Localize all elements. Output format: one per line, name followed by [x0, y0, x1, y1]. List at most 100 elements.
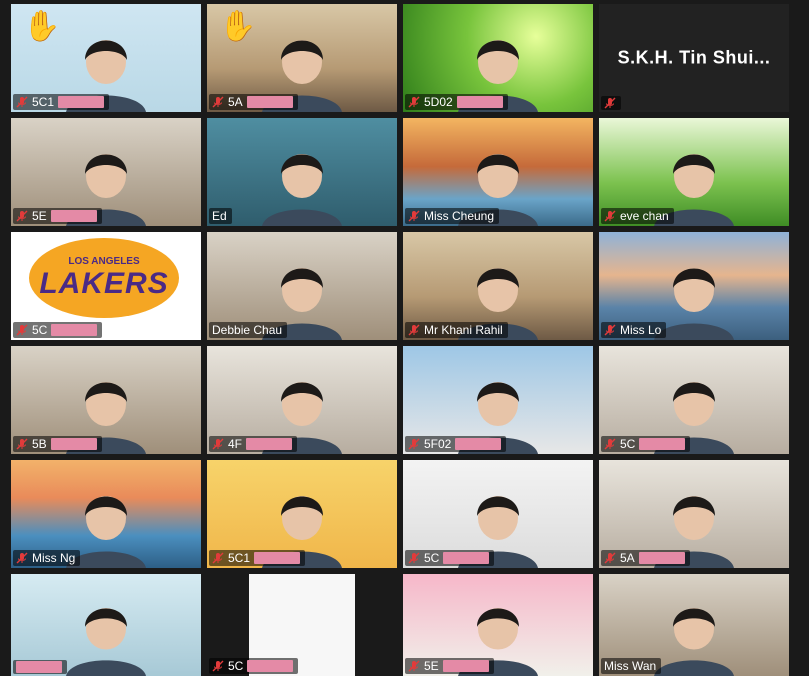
participant-name-bar: 5E	[13, 208, 102, 224]
participant-tile[interactable]: 5C1	[207, 460, 397, 568]
participant-tile[interactable]: Mr Khani Rahil	[403, 232, 593, 340]
redacted-name	[254, 552, 301, 564]
participant-name-bar: Ed	[209, 208, 232, 224]
raised-hand-icon: ✋	[23, 10, 61, 43]
muted-mic-icon	[408, 210, 420, 222]
participant-name: 5A	[620, 551, 635, 565]
participant-tile[interactable]: Ed	[207, 118, 397, 226]
redacted-name	[50, 210, 97, 222]
muted-mic-icon	[604, 438, 616, 450]
participant-tile[interactable]: LOS ANGELES LAKERS 5C	[11, 232, 201, 340]
participant-name: Debbie Chau	[212, 323, 283, 337]
gallery-grid: ✋ 5C1 ✋ 5A 5D02 S.K.H. Tin Shui... 5E Ed Miss Ch…	[0, 0, 809, 676]
participant-name-bar: 5A	[601, 550, 690, 566]
participant-name-bar: Miss Cheung	[405, 208, 500, 224]
participant-name: 5C1	[32, 95, 55, 109]
participant-name: 5D02	[424, 95, 453, 109]
participant-display-name: S.K.H. Tin Shui...	[617, 47, 771, 68]
participant-name: Mr Khani Rahil	[424, 323, 503, 337]
redacted-name	[456, 96, 503, 108]
redacted-name	[51, 324, 98, 336]
participant-name: 5C	[32, 323, 48, 337]
participant-tile[interactable]: 5E	[11, 118, 201, 226]
participant-name: 5B	[32, 437, 47, 451]
video-feed	[207, 118, 397, 226]
redacted-name	[442, 660, 489, 672]
participant-name-bar: 5F02	[405, 436, 507, 452]
participant-name-bar: 5C1	[209, 550, 306, 566]
participant-tile[interactable]: ✋ 5C1	[11, 4, 201, 112]
participant-name-bar: eve chan	[601, 208, 674, 224]
muted-mic-icon	[16, 552, 28, 564]
redacted-name	[638, 552, 685, 564]
redacted-name	[455, 438, 502, 450]
participant-tile[interactable]: ✋ 5A	[207, 4, 397, 112]
participant-tile[interactable]: 5D02	[403, 4, 593, 112]
participant-name: 5E	[424, 659, 439, 673]
participant-tile[interactable]: Miss Ng	[11, 460, 201, 568]
redacted-name	[246, 438, 293, 450]
participant-name: Miss Lo	[620, 323, 662, 337]
participant-name: Ed	[212, 209, 227, 223]
participant-tile[interactable]: 5B	[11, 346, 201, 454]
participant-name-bar: Miss Ng	[13, 550, 81, 566]
muted-mic-icon	[16, 210, 28, 222]
participant-name-bar: 5B	[13, 436, 102, 452]
participant-name: 5C	[228, 659, 244, 673]
participant-tile[interactable]	[11, 574, 201, 676]
muted-mic-icon	[604, 97, 616, 109]
participant-name: 5C	[620, 437, 636, 451]
muted-mic-icon	[408, 96, 420, 108]
redacted-name	[58, 96, 105, 108]
participant-name-bar: Miss Lo	[601, 322, 667, 338]
participant-tile[interactable]: Debbie Chau	[207, 232, 397, 340]
participant-name-bar: 4F	[209, 436, 298, 452]
participant-name-bar: Debbie Chau	[209, 322, 288, 338]
muted-mic-icon	[408, 552, 420, 564]
participant-name: 5E	[32, 209, 47, 223]
participant-tile[interactable]: eve chan	[599, 118, 789, 226]
redacted-name	[443, 552, 490, 564]
lakers-logo: LOS ANGELES LAKERS	[29, 238, 179, 318]
muted-mic-icon	[16, 96, 28, 108]
muted-mic-icon	[408, 660, 420, 672]
participant-tile[interactable]: 5C	[403, 460, 593, 568]
participant-name: 5C1	[228, 551, 251, 565]
muted-mic-icon	[604, 552, 616, 564]
participant-name: 5F02	[424, 437, 452, 451]
participant-name-bar: 5C1	[13, 94, 110, 110]
redacted-name	[50, 438, 97, 450]
participant-tile[interactable]: 5A	[599, 460, 789, 568]
muted-mic-icon	[212, 438, 224, 450]
participant-tile[interactable]: 4F	[207, 346, 397, 454]
redacted-name	[247, 660, 294, 672]
raised-hand-icon: ✋	[219, 10, 257, 43]
participant-name-bar: 5A	[209, 94, 298, 110]
redacted-name	[246, 96, 293, 108]
participant-name-bar: 5C	[209, 658, 299, 674]
participant-name-bar: 5C	[601, 436, 691, 452]
participant-name-bar: 5E	[405, 658, 494, 674]
muted-mic-icon	[212, 660, 224, 672]
participant-name: Miss Ng	[32, 551, 76, 565]
participant-tile[interactable]: S.K.H. Tin Shui...	[599, 4, 789, 112]
muted-mic-icon	[604, 210, 616, 222]
participant-name-bar: 5C	[13, 322, 103, 338]
participant-tile[interactable]: Miss Wan	[599, 574, 789, 676]
muted-mic-icon	[16, 324, 28, 336]
participant-tile[interactable]: 5E	[403, 574, 593, 676]
participant-name-bar: 5D02	[405, 94, 508, 110]
logo-title: LAKERS	[39, 266, 169, 300]
participant-name-bar: Miss Wan	[601, 658, 662, 674]
muted-mic-icon	[212, 96, 224, 108]
participant-name: 5A	[228, 95, 243, 109]
participant-tile[interactable]: 5F02	[403, 346, 593, 454]
muted-mic-icon	[408, 438, 420, 450]
participant-tile[interactable]: 5C	[599, 346, 789, 454]
participant-name-bar	[13, 660, 67, 674]
redacted-name	[639, 438, 686, 450]
participant-tile[interactable]: Miss Lo	[599, 232, 789, 340]
participant-tile[interactable]: Miss Cheung	[403, 118, 593, 226]
participant-tile[interactable]: 5C	[207, 574, 397, 676]
muted-mic-icon	[408, 324, 420, 336]
